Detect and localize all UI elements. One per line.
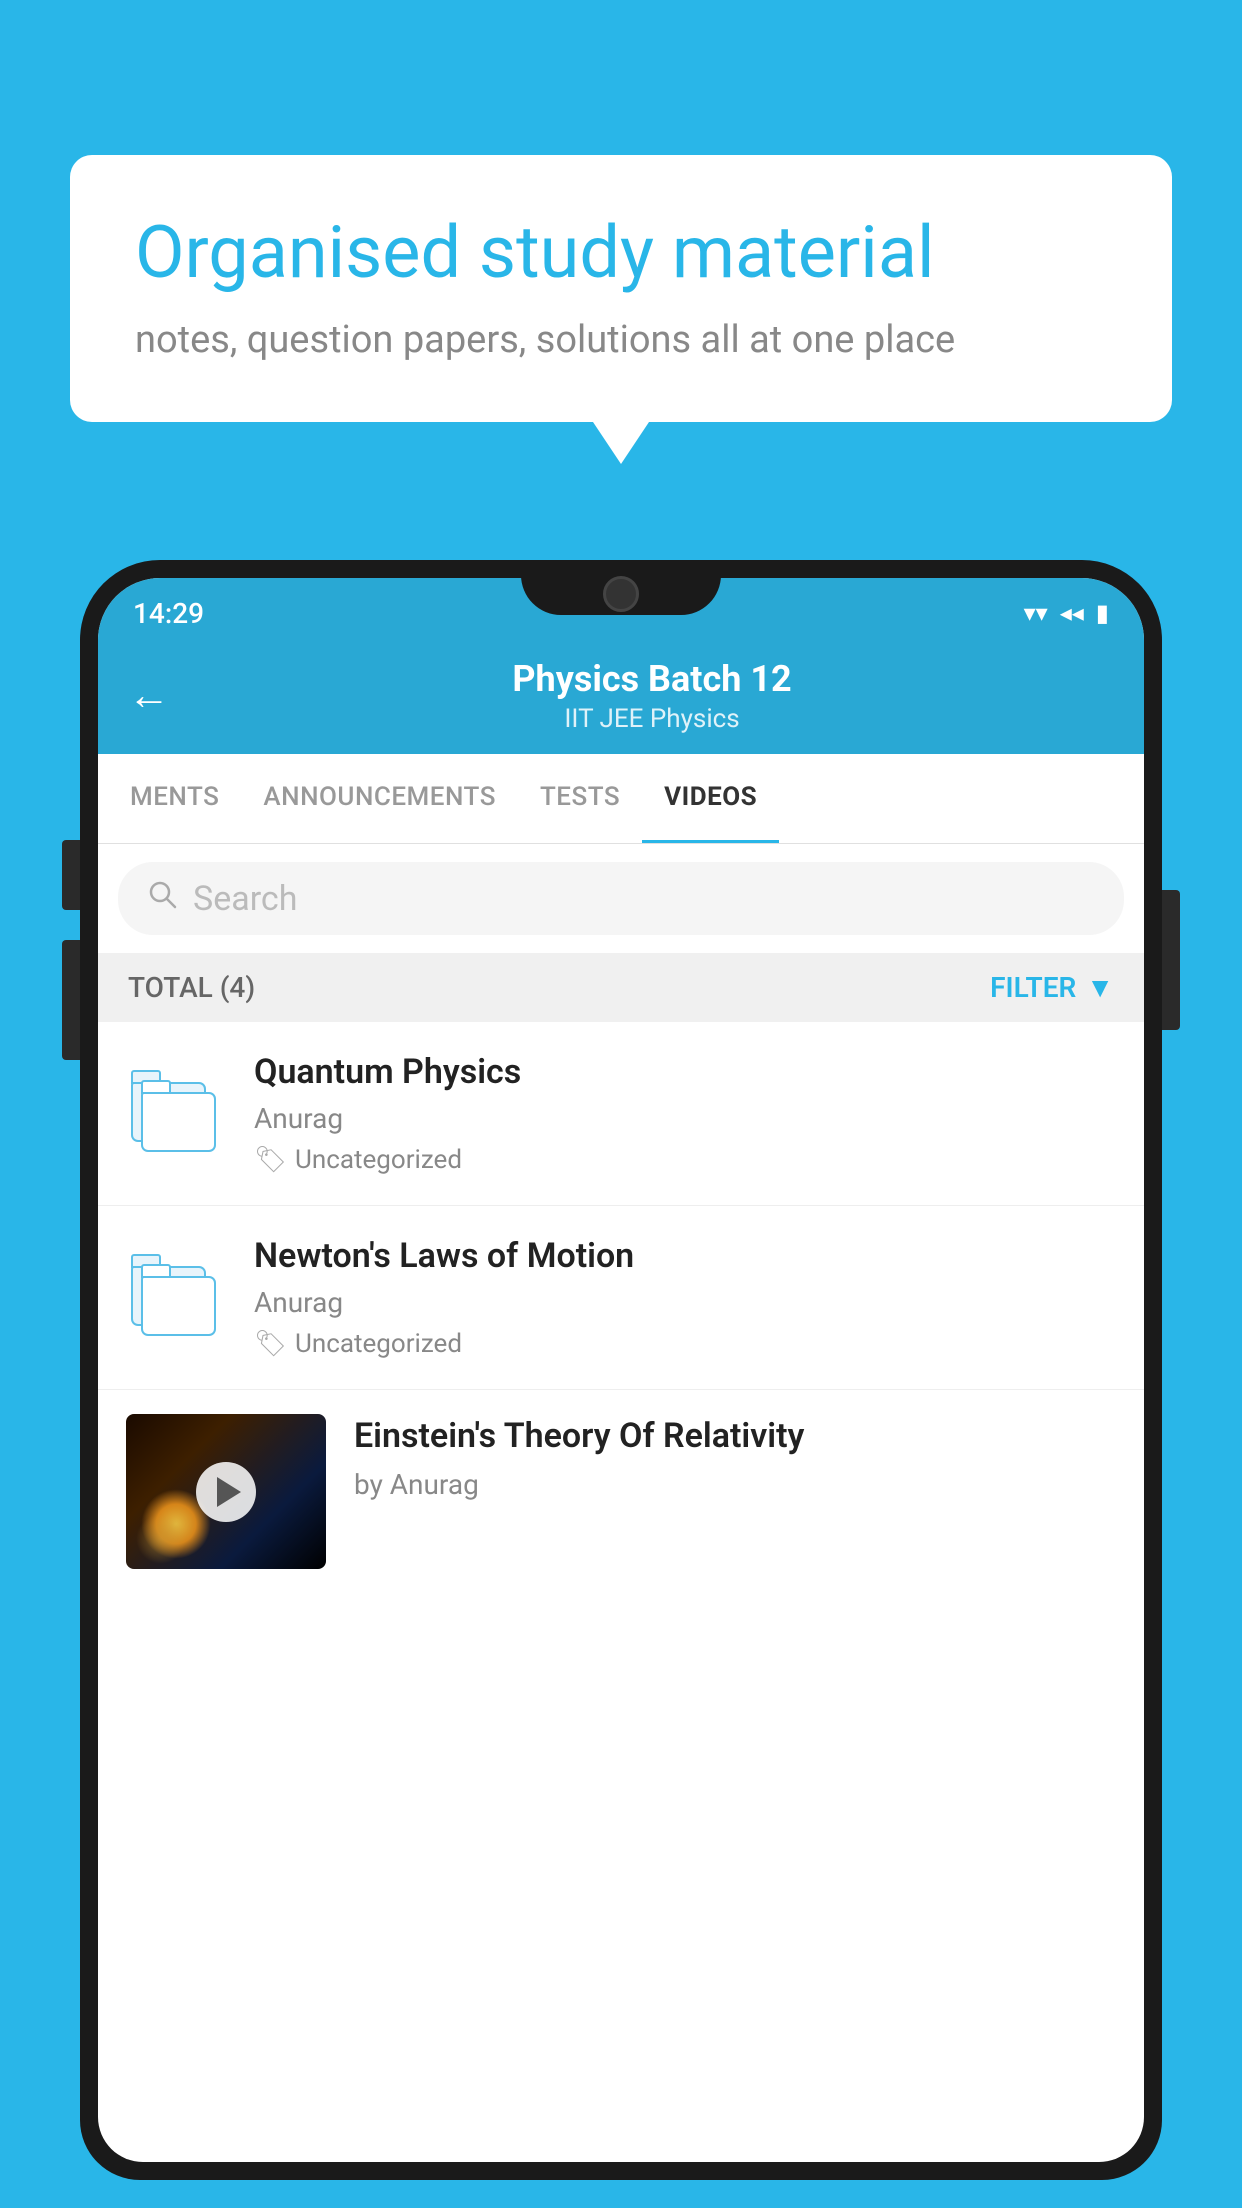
phone-outer: 14:29 ▾▾ ◂◂ ▮ ← Physics Batch 12 IIT JEE…	[80, 560, 1162, 2180]
folder-icon	[131, 1062, 221, 1152]
tag-label: Uncategorized	[295, 1329, 462, 1359]
filter-button[interactable]: FILTER ▼	[990, 971, 1114, 1004]
tag-label: Uncategorized	[295, 1145, 462, 1175]
phone-btn-left2	[62, 940, 80, 1060]
video-tag: 🏷 Uncategorized	[254, 1329, 1116, 1359]
battery-icon: ▮	[1096, 599, 1109, 627]
search-container: Search	[98, 844, 1144, 953]
thumb-glow2	[136, 1514, 186, 1564]
video-thumbnail	[126, 1414, 326, 1569]
list-item[interactable]: Quantum Physics Anurag 🏷 Uncategorized	[98, 1022, 1144, 1206]
header-title: Physics Batch 12	[190, 658, 1114, 700]
video-title: Quantum Physics	[254, 1052, 1116, 1092]
folder-icon	[131, 1246, 221, 1336]
search-input-wrapper[interactable]: Search	[118, 862, 1124, 935]
tab-tests[interactable]: TESTS	[518, 754, 642, 843]
phone-camera	[603, 576, 639, 612]
search-icon	[146, 878, 178, 919]
video-author: by Anurag	[354, 1468, 1116, 1501]
phone-frame: 14:29 ▾▾ ◂◂ ▮ ← Physics Batch 12 IIT JEE…	[80, 560, 1162, 2208]
video-author: Anurag	[254, 1286, 1116, 1319]
video-list: Quantum Physics Anurag 🏷 Uncategorized	[98, 1022, 1144, 1569]
wifi-icon: ▾▾	[1024, 599, 1048, 627]
bubble-title: Organised study material	[135, 210, 1107, 296]
status-icons: ▾▾ ◂◂ ▮	[1024, 599, 1109, 627]
video-icon-container	[126, 1052, 226, 1162]
speech-bubble: Organised study material notes, question…	[70, 155, 1172, 422]
bubble-subtitle: notes, question papers, solutions all at…	[135, 318, 1107, 362]
video-icon-container	[126, 1236, 226, 1346]
video-info: Quantum Physics Anurag 🏷 Uncategorized	[254, 1052, 1116, 1175]
video-info: Newton's Laws of Motion Anurag 🏷 Uncateg…	[254, 1236, 1116, 1359]
play-triangle-icon	[217, 1477, 241, 1507]
list-item[interactable]: Newton's Laws of Motion Anurag 🏷 Uncateg…	[98, 1206, 1144, 1390]
speech-bubble-container: Organised study material notes, question…	[70, 155, 1172, 422]
phone-btn-left	[62, 840, 80, 910]
back-button[interactable]: ←	[128, 675, 170, 717]
header-title-section: Physics Batch 12 IIT JEE Physics	[190, 658, 1114, 734]
play-button[interactable]	[196, 1462, 256, 1522]
filter-funnel-icon: ▼	[1086, 971, 1114, 1004]
list-item[interactable]: Einstein's Theory Of Relativity by Anura…	[98, 1390, 1144, 1569]
tab-videos[interactable]: VIDEOS	[642, 754, 779, 843]
header-subtitle: IIT JEE Physics	[190, 704, 1114, 734]
video-title: Newton's Laws of Motion	[254, 1236, 1116, 1276]
app-header: ← Physics Batch 12 IIT JEE Physics	[98, 640, 1144, 754]
tag-icon: 🏷	[254, 1145, 287, 1175]
filter-bar: TOTAL (4) FILTER ▼	[98, 953, 1144, 1022]
status-time: 14:29	[133, 597, 204, 630]
tab-announcements[interactable]: ANNOUNCEMENTS	[241, 754, 518, 843]
video-author: Anurag	[254, 1102, 1116, 1135]
signal-icon: ◂◂	[1060, 599, 1084, 627]
video-title: Einstein's Theory Of Relativity	[354, 1414, 1116, 1458]
tabs-bar: MENTS ANNOUNCEMENTS TESTS VIDEOS	[98, 754, 1144, 844]
phone-btn-right	[1162, 890, 1180, 1030]
phone-screen: 14:29 ▾▾ ◂◂ ▮ ← Physics Batch 12 IIT JEE…	[98, 578, 1144, 2162]
filter-label: FILTER	[990, 971, 1076, 1004]
video-tag: 🏷 Uncategorized	[254, 1145, 1116, 1175]
tab-ments[interactable]: MENTS	[108, 754, 241, 843]
video-info: Einstein's Theory Of Relativity by Anura…	[354, 1414, 1116, 1501]
total-label: TOTAL (4)	[128, 971, 255, 1004]
tag-icon: 🏷	[254, 1329, 287, 1359]
search-input[interactable]: Search	[193, 879, 297, 919]
